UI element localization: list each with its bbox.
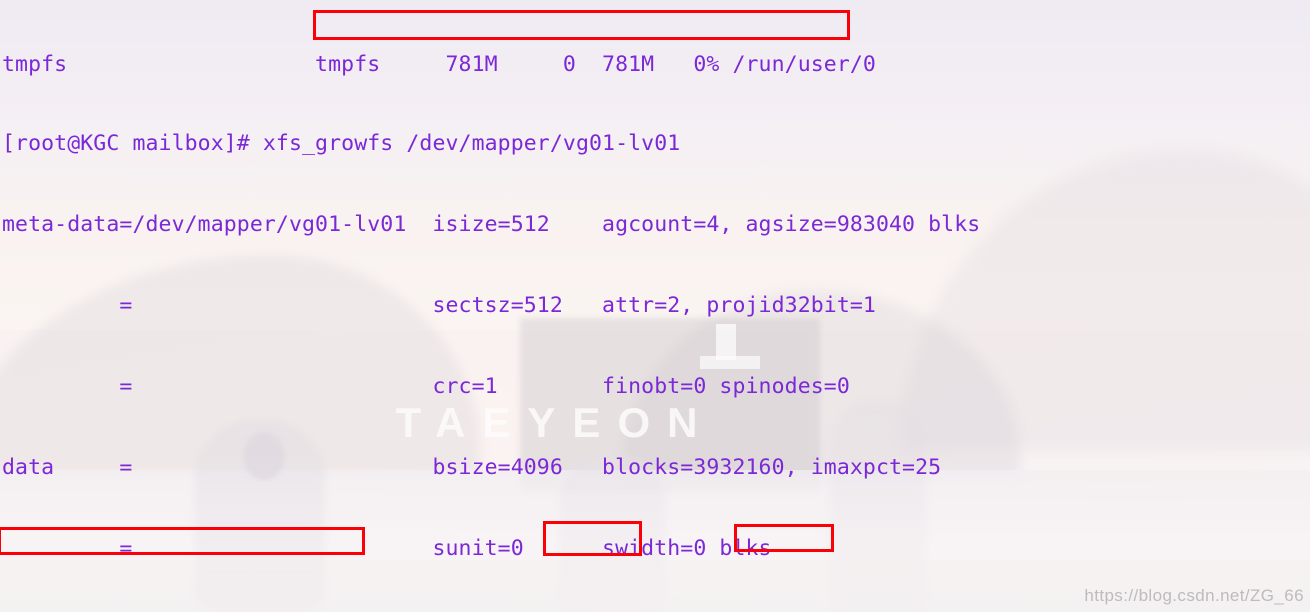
terminal-output: tmpfs tmpfs 781M 0 781M 0% /run/user/0 […: [0, 0, 1310, 612]
blog-watermark: https://blog.csdn.net/ZG_66: [1084, 586, 1304, 605]
terminal-line: = crc=1 finobt=0 spinodes=0: [2, 374, 850, 399]
terminal-window[interactable]: TAEYEON tmpfs tmpfs 781M 0 781M 0% /run/…: [0, 0, 1310, 612]
terminal-line: meta-data=/dev/mapper/vg01-lv01 isize=51…: [2, 212, 981, 237]
terminal-prompt-line: [root@KGC mailbox]# xfs_growfs /dev/mapp…: [2, 131, 681, 156]
terminal-line: tmpfs tmpfs 781M 0 781M 0% /run/user/0: [2, 54, 876, 76]
terminal-line: = sectsz=512 attr=2, projid32bit=1: [2, 293, 876, 318]
terminal-line: data = bsize=4096 blocks=3932160, imaxpc…: [2, 455, 942, 480]
terminal-line: = sunit=0 swidth=0 blks: [2, 536, 772, 561]
